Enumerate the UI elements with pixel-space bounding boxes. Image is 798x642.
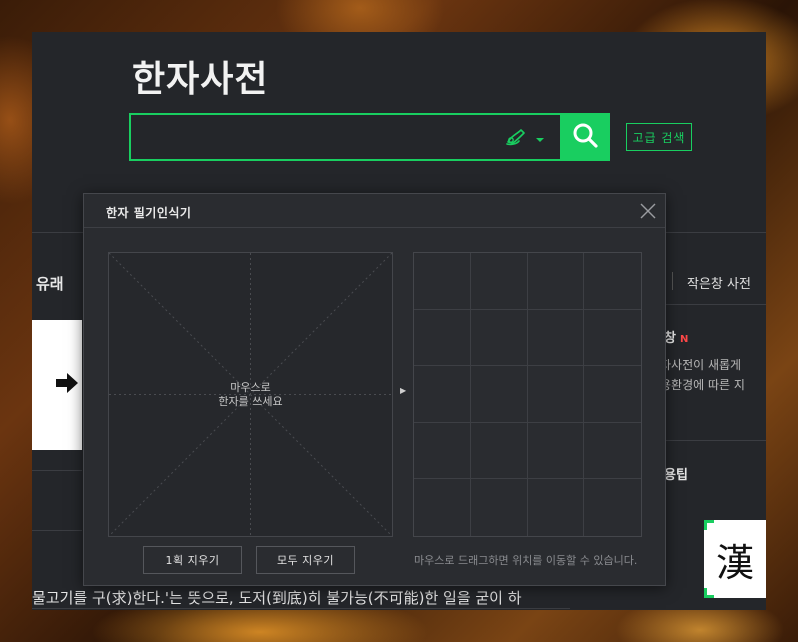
canvas-hint: 마우스로 한자를 쓰세요 [109,381,392,409]
chevron-down-icon [535,129,545,148]
close-icon [638,203,658,225]
handwriting-recognizer-dialog[interactable]: 한자 필기인식기 마우스로 한자를 쓰세요 ▶ 1획 지우기 모두 지우기 마우… [83,193,666,586]
candidate-cell[interactable] [414,309,471,367]
canvas-hint-line2: 한자를 쓰세요 [218,395,283,408]
usage-tip-title: 용팁 [664,468,688,483]
divider [32,608,570,609]
candidate-cell[interactable] [471,479,528,536]
search-button[interactable] [560,113,610,161]
divider [32,530,82,531]
search-icon [572,122,598,152]
arrow-right-icon: ▶ [400,386,407,395]
drag-hint: 마우스로 드래그하면 위치를 이동할 수 있습니다. [414,554,638,567]
candidate-cell[interactable] [584,479,641,536]
handwriting-input-toggle[interactable] [505,125,551,151]
candidate-cell[interactable] [414,253,471,310]
dialog-header[interactable]: 한자 필기인식기 [84,194,665,228]
canvas-hint-line1: 마우스로 [230,381,271,394]
candidate-cell[interactable] [527,309,585,367]
candidate-cell[interactable] [470,366,528,423]
new-badge: N [679,334,689,345]
candidate-cell[interactable] [584,423,641,480]
notice-line[interactable]: 용환경에 따른 지 [660,376,745,393]
erase-all-button[interactable]: 모두 지우기 [256,546,355,574]
divider [672,272,673,290]
candidate-cell[interactable] [527,366,585,423]
hanja-logo[interactable]: 漢 [704,520,766,598]
candidate-cell[interactable] [414,422,471,480]
divider [32,470,82,471]
arrow-right-icon [56,373,78,397]
candidate-cell[interactable] [470,309,528,367]
close-button[interactable] [638,201,658,221]
erase-one-stroke-button[interactable]: 1획 지우기 [143,546,242,574]
advanced-search-button[interactable]: 고급 검색 [626,123,692,151]
handwriting-pen-icon [505,126,529,150]
candidate-cell[interactable] [470,253,528,310]
search-box [129,113,609,161]
candidate-cell[interactable] [527,253,585,310]
divider [666,440,766,441]
hanja-char: 漢 [715,540,754,585]
promo-image[interactable] [32,320,82,450]
candidate-cell[interactable] [414,479,471,536]
candidate-cell[interactable] [414,366,471,423]
candidate-cell[interactable] [584,310,641,367]
candidate-cell[interactable] [584,366,641,423]
candidate-grid [413,252,642,537]
small-window-dictionary-link[interactable]: 작은창 사전 [687,273,751,292]
corner-mark [704,588,714,598]
handwriting-canvas[interactable]: 마우스로 한자를 쓰세요 [108,252,393,537]
candidate-cell[interactable] [584,253,641,310]
tab-origin[interactable]: 유래 [36,273,64,294]
candidate-cell[interactable] [528,479,585,536]
page-title: 한자사전 [132,59,269,100]
divider [666,304,766,305]
search-input[interactable] [131,115,491,159]
corner-mark [704,520,714,530]
notice-line[interactable]: 자사전이 새롭게 [660,356,741,373]
candidate-cell[interactable] [527,422,585,480]
candidate-cell[interactable] [470,422,528,480]
article-text: 물고기를 구(求)한다.'는 뜻으로, 도저(到底)히 불가능(不可能)한 일을… [32,589,522,607]
notice-title[interactable]: 창N [664,327,688,346]
dialog-title: 한자 필기인식기 [106,206,192,220]
